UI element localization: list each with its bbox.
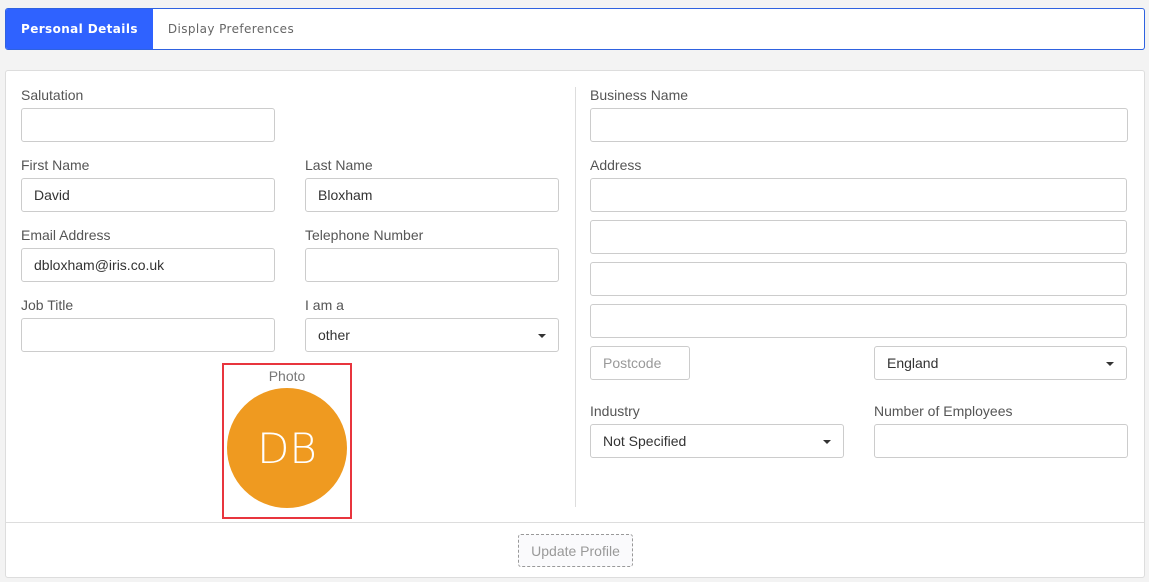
industry-label: Industry	[590, 403, 640, 419]
email-label: Email Address	[21, 227, 111, 243]
address-line-4-input[interactable]	[590, 304, 1127, 338]
tab-personal-details[interactable]: Personal Details	[6, 9, 153, 49]
address-line-3-input[interactable]	[590, 262, 1127, 296]
last-name-input[interactable]: Bloxham	[305, 178, 559, 212]
country-select[interactable]: England	[874, 346, 1127, 380]
avatar[interactable]: DB	[227, 388, 347, 508]
address-label: Address	[590, 157, 642, 173]
photo-highlight: Photo DB	[222, 363, 352, 519]
update-profile-button[interactable]: Update Profile	[518, 534, 633, 567]
i-am-a-label: I am a	[305, 297, 344, 313]
business-name-input[interactable]	[590, 108, 1128, 142]
job-title-label: Job Title	[21, 297, 74, 313]
first-name-label: First Name	[21, 157, 90, 173]
address-line-2-input[interactable]	[590, 220, 1127, 254]
email-input[interactable]: dbloxham@iris.co.uk	[21, 248, 275, 282]
job-title-input[interactable]	[21, 318, 275, 352]
employees-input[interactable]	[874, 424, 1128, 458]
country-value: England	[887, 355, 939, 371]
telephone-label: Telephone Number	[305, 227, 424, 243]
footer-divider	[6, 522, 1144, 523]
i-am-a-select[interactable]: other	[305, 318, 559, 352]
industry-value: Not Specified	[603, 433, 687, 449]
salutation-input[interactable]	[21, 108, 275, 142]
salutation-label: Salutation	[21, 87, 84, 103]
photo-label: Photo	[268, 368, 306, 384]
i-am-a-value: other	[318, 327, 350, 343]
profile-card: Salutation First Name David Last Name Bl…	[5, 70, 1145, 578]
tab-display-preferences[interactable]: Display Preferences	[153, 9, 309, 49]
chevron-down-icon	[823, 440, 831, 444]
first-name-input[interactable]: David	[21, 178, 275, 212]
industry-select[interactable]: Not Specified	[590, 424, 844, 458]
last-name-label: Last Name	[305, 157, 373, 173]
chevron-down-icon	[1106, 362, 1114, 366]
telephone-input[interactable]	[305, 248, 559, 282]
postcode-input[interactable]: Postcode	[590, 346, 690, 380]
chevron-down-icon	[538, 334, 546, 338]
column-divider	[575, 87, 576, 507]
address-line-1-input[interactable]	[590, 178, 1127, 212]
employees-label: Number of Employees	[874, 403, 1013, 419]
tab-bar: Personal Details Display Preferences	[5, 8, 1145, 50]
business-name-label: Business Name	[590, 87, 689, 103]
